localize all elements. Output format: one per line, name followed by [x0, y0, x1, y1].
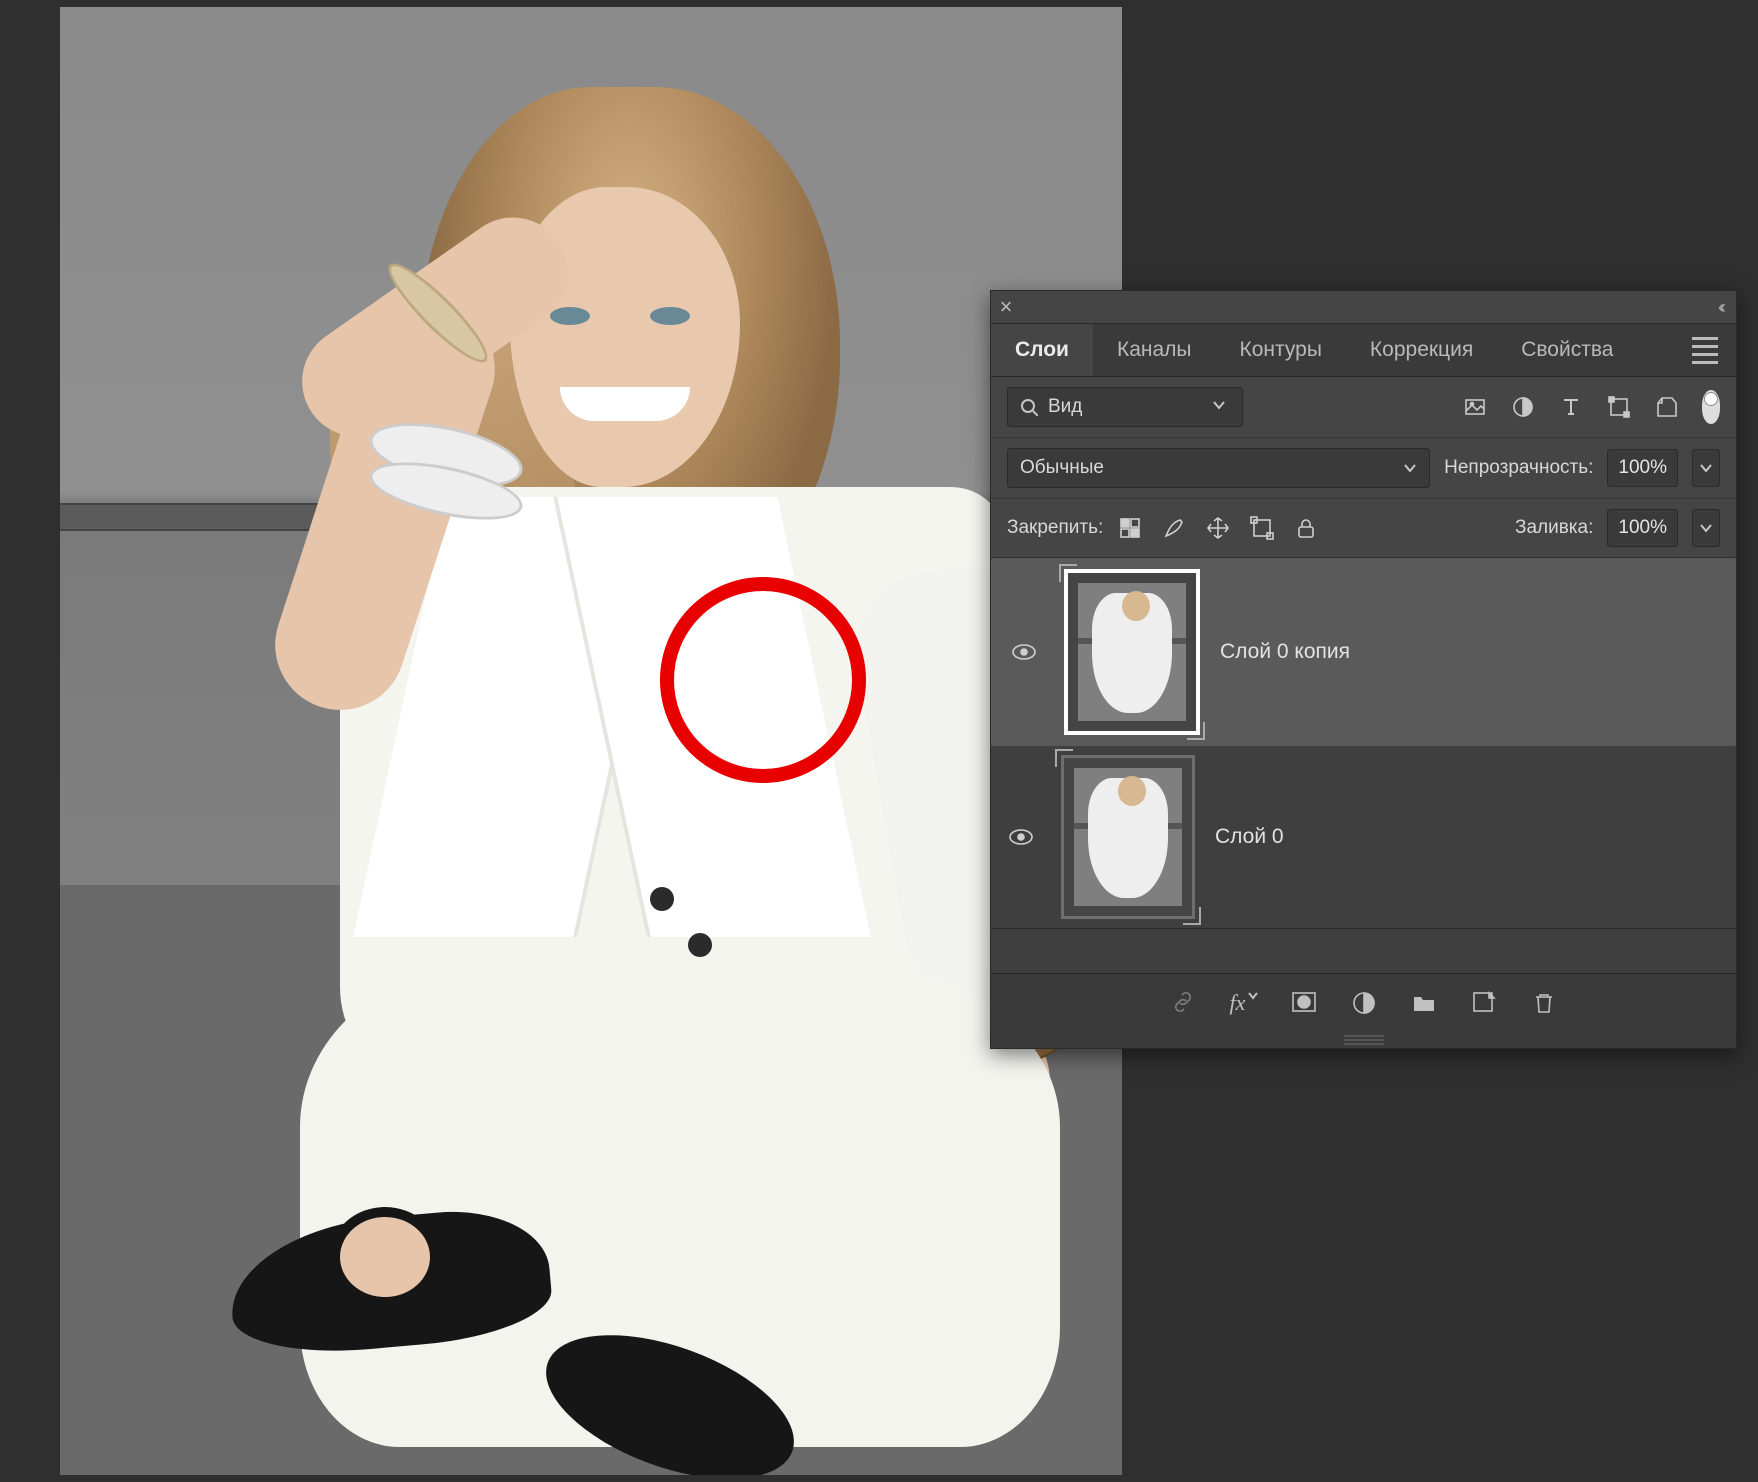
opacity-label: Непрозрачность:: [1444, 457, 1593, 479]
lock-icons: [1117, 515, 1319, 541]
tab-channels[interactable]: Каналы: [1093, 324, 1216, 376]
panel-tabs: Слои Каналы Контуры Коррекция Свойства: [991, 324, 1736, 377]
tab-adjustments[interactable]: Коррекция: [1346, 324, 1497, 376]
close-icon[interactable]: ×: [991, 294, 1021, 320]
adjustment-layer-icon[interactable]: [1350, 989, 1378, 1017]
blend-mode-select[interactable]: Обычные: [1007, 448, 1430, 488]
visibility-toggle[interactable]: [1001, 824, 1041, 850]
filter-pixel-icon[interactable]: [1462, 394, 1488, 420]
photo-subject: [120, 67, 1060, 1447]
chevron-down-icon: [1212, 398, 1230, 416]
annotation-circle: [660, 577, 866, 783]
app-stage: × ‹‹ Слои Каналы Контуры Коррекция Свойс…: [0, 0, 1758, 1482]
filter-toggle[interactable]: [1702, 390, 1720, 424]
blend-mode-value: Обычные: [1020, 457, 1104, 479]
layer-kind-select[interactable]: Вид: [1007, 387, 1243, 427]
resize-grip[interactable]: [991, 1032, 1736, 1048]
visibility-toggle[interactable]: [1004, 639, 1044, 665]
link-layers-icon[interactable]: [1170, 989, 1198, 1017]
search-icon: [1020, 398, 1038, 416]
layer-kind-label: Вид: [1048, 396, 1082, 418]
layer-name[interactable]: Слой 0 копия: [1220, 640, 1350, 664]
filter-icons: [1462, 390, 1720, 424]
layer-fx-icon[interactable]: fx: [1230, 989, 1258, 1017]
layers-panel: × ‹‹ Слои Каналы Контуры Коррекция Свойс…: [990, 290, 1737, 1049]
layer-list: Слой 0 копия Слой 0: [991, 558, 1736, 973]
fill-input[interactable]: 100%: [1607, 509, 1678, 547]
new-layer-icon[interactable]: [1470, 989, 1498, 1017]
lock-transparency-icon[interactable]: [1117, 515, 1143, 541]
chevron-down-icon: [1403, 461, 1417, 475]
panel-footer: fx: [991, 973, 1736, 1032]
document-canvas[interactable]: [60, 7, 1122, 1475]
lock-all-icon[interactable]: [1293, 515, 1319, 541]
filter-adjust-icon[interactable]: [1510, 394, 1536, 420]
filter-smart-icon[interactable]: [1654, 394, 1680, 420]
lock-label: Закрепить:: [1007, 517, 1103, 539]
layer-thumbnail[interactable]: [1064, 569, 1200, 735]
group-icon[interactable]: [1410, 989, 1438, 1017]
tab-paths[interactable]: Контуры: [1216, 324, 1346, 376]
layer-row[interactable]: Слой 0 копия: [991, 558, 1736, 746]
layer-name[interactable]: Слой 0: [1215, 825, 1284, 849]
opacity-dropdown[interactable]: [1692, 449, 1720, 487]
lock-artboard-icon[interactable]: [1249, 515, 1275, 541]
tab-properties[interactable]: Свойства: [1497, 324, 1637, 376]
layer-thumbnail[interactable]: [1061, 755, 1195, 919]
lock-position-icon[interactable]: [1205, 515, 1231, 541]
blend-row: Обычные Непрозрачность: 100%: [991, 438, 1736, 499]
panel-header[interactable]: × ‹‹: [991, 291, 1736, 324]
opacity-input[interactable]: 100%: [1607, 449, 1678, 487]
filter-type-icon[interactable]: [1558, 394, 1584, 420]
filter-shape-icon[interactable]: [1606, 394, 1632, 420]
fill-label: Заливка:: [1515, 517, 1593, 539]
layer-list-spacer: [991, 928, 1736, 973]
tab-layers[interactable]: Слои: [991, 324, 1093, 376]
lock-pixels-icon[interactable]: [1161, 515, 1187, 541]
layer-row[interactable]: Слой 0: [991, 746, 1736, 928]
fill-dropdown[interactable]: [1692, 509, 1720, 547]
lock-row: Закрепить: Заливка: 100%: [991, 499, 1736, 558]
layer-mask-icon[interactable]: [1290, 989, 1318, 1017]
filter-row: Вид: [991, 377, 1736, 438]
delete-layer-icon[interactable]: [1530, 989, 1558, 1017]
panel-menu-icon[interactable]: [1692, 337, 1718, 364]
collapse-icon[interactable]: ‹‹: [1718, 297, 1722, 318]
